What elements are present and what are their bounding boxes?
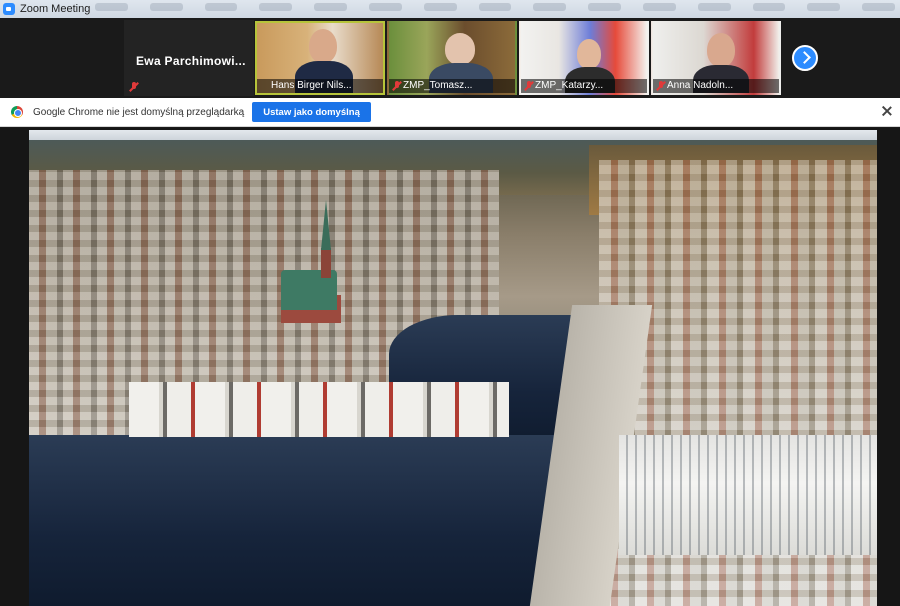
mic-off-icon [656,81,666,91]
participant-face [445,33,475,65]
participant-face [577,39,601,69]
close-icon[interactable] [882,106,892,116]
participant-name: ZMP_Katarzy... [521,79,647,93]
participant-strip: Ewa Parchimowi... Hans Birger Nils... ZM… [0,18,900,98]
window-title: Zoom Meeting [20,3,91,15]
zoom-icon [3,3,15,15]
shared-screen [0,128,900,606]
mic-off-icon [524,81,534,91]
mic-off-icon [129,82,139,92]
self-view-name: Ewa Parchimowi... [136,54,246,68]
participant-face [707,33,735,67]
chevron-right-icon[interactable] [792,45,818,71]
participant-tile[interactable]: ZMP_Katarzy... [519,21,649,95]
participant-name: ZMP_Tomasz... [389,79,515,93]
infobar-message: Google Chrome nie jest domyślną przegląd… [33,106,245,118]
participant-tile[interactable]: Anna Nadoln... [651,21,781,95]
chrome-infobar: Google Chrome nie jest domyślną przegląd… [0,98,900,127]
participant-tile[interactable]: ZMP_Tomasz... [387,21,517,95]
participant-face [309,29,337,63]
taskbar-blurred [95,3,895,15]
mic-off-icon [392,81,402,91]
title-bar: Zoom Meeting [0,0,900,18]
participant-tile[interactable]: Hans Birger Nils... [255,21,385,95]
set-default-button[interactable]: Ustaw jako domyślną [252,102,371,122]
self-view-tile[interactable]: Ewa Parchimowi... [124,20,254,96]
shared-aerial-photo [29,130,877,606]
participant-name: Hans Birger Nils... [257,79,383,93]
chrome-icon [11,106,23,118]
participant-name: Anna Nadoln... [653,79,779,93]
